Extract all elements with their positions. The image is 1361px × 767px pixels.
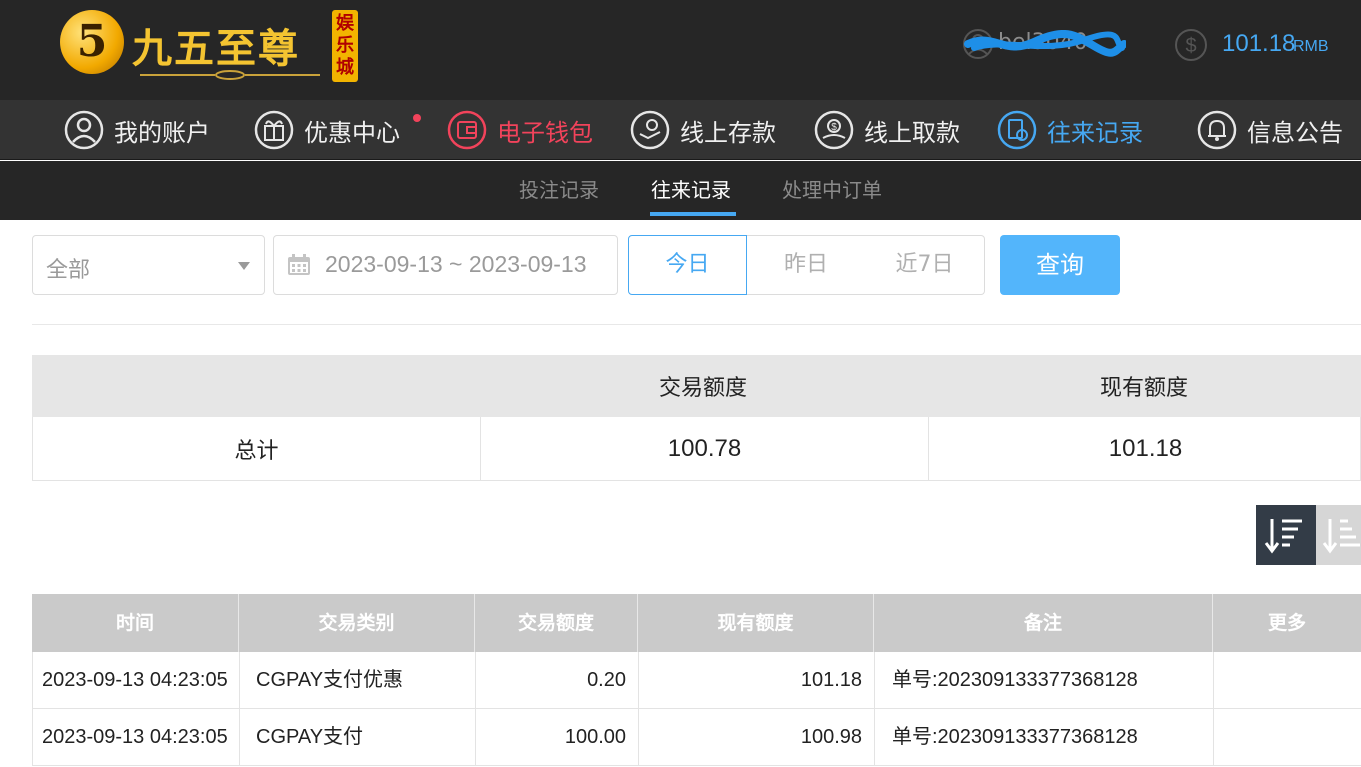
gift-icon bbox=[254, 110, 294, 150]
withdraw-icon: $ bbox=[814, 110, 854, 150]
nav-online-withdraw[interactable]: $ 线上取款 bbox=[814, 100, 960, 160]
nav-label: 线上取款 bbox=[864, 118, 960, 147]
quick-today-button[interactable]: 今日 bbox=[628, 235, 747, 295]
cell-amount: 0.20 bbox=[475, 652, 638, 708]
type-select-value: 全部 bbox=[46, 258, 91, 283]
date-range-picker[interactable]: 2023-09-13 ~ 2023-09-13 bbox=[273, 235, 618, 295]
search-button[interactable]: 查询 bbox=[1000, 235, 1120, 295]
nav-label: 我的账户 bbox=[114, 118, 210, 147]
balance-display: $ 101.18 RMB bbox=[1174, 26, 1354, 62]
nav-announcements[interactable]: 信息公告 bbox=[1197, 100, 1343, 160]
logo-flourish-icon bbox=[140, 70, 320, 80]
nav-label: 电子钱包 bbox=[497, 118, 593, 147]
user-icon bbox=[64, 110, 104, 150]
bell-icon bbox=[1197, 110, 1237, 150]
tab-bet-records[interactable]: 投注记录 bbox=[519, 161, 599, 220]
nav-label: 优惠中心 bbox=[304, 118, 400, 147]
cell-type: CGPAY支付优惠 bbox=[239, 652, 475, 708]
col-balance[interactable]: 现有额度 bbox=[637, 594, 873, 652]
col-type[interactable]: 交易类别 bbox=[238, 594, 474, 652]
tab-pending-orders[interactable]: 处理中订单 bbox=[782, 161, 882, 220]
redaction-scribble-icon bbox=[964, 30, 1126, 57]
col-time[interactable]: 时间 bbox=[32, 594, 238, 652]
nav-label: 信息公告 bbox=[1247, 118, 1343, 147]
summary-header: 交易额度 现有额度 bbox=[32, 355, 1361, 417]
balance-unit: RMB bbox=[1293, 38, 1329, 55]
svg-text:$: $ bbox=[1185, 35, 1196, 57]
quick-yesterday-button[interactable]: 昨日 bbox=[747, 235, 866, 295]
records-icon bbox=[997, 110, 1037, 150]
col-amount[interactable]: 交易额度 bbox=[474, 594, 637, 652]
logo-emblem: 5 bbox=[60, 10, 124, 74]
quick-7days-button[interactable]: 近7日 bbox=[865, 235, 985, 295]
sort-ascending-icon bbox=[1322, 519, 1360, 554]
calendar-icon bbox=[288, 254, 310, 275]
sort-ascending-button[interactable] bbox=[1316, 505, 1361, 565]
col-more[interactable]: 更多 bbox=[1212, 594, 1361, 652]
dollar-coin-icon: $ bbox=[1175, 29, 1207, 61]
nav-label: 往来记录 bbox=[1047, 118, 1143, 147]
site-logo[interactable]: 5 九五至尊 娱乐城 bbox=[60, 6, 370, 84]
top-header: 5 九五至尊 娱乐城 bel3040 $ 101.18 RMB bbox=[0, 0, 1361, 100]
nav-online-deposit[interactable]: 线上存款 bbox=[630, 100, 776, 160]
cell-amount: 100.00 bbox=[475, 709, 638, 765]
nav-promotions[interactable]: 优惠中心 bbox=[254, 100, 400, 160]
nav-label: 线上存款 bbox=[680, 118, 776, 147]
summary-header-cell: 交易额度 bbox=[658, 376, 747, 401]
svg-text:$: $ bbox=[831, 122, 837, 133]
nav-e-wallet[interactable]: 电子钱包 bbox=[447, 100, 593, 160]
balance-value: 101.18 bbox=[1222, 30, 1296, 57]
summary-total-balance: 101.18 bbox=[928, 417, 1361, 480]
logo-stamp: 娱乐城 bbox=[332, 10, 358, 82]
sort-descending-icon bbox=[1264, 519, 1302, 554]
divider bbox=[32, 324, 1361, 325]
nav-transaction-records[interactable]: 往来记录 bbox=[997, 100, 1143, 160]
records-header: 时间 交易类别 交易额度 现有额度 备注 更多 bbox=[32, 594, 1361, 652]
table-row: 2023-09-13 04:23:05 CGPAY支付优惠 0.20 101.1… bbox=[32, 652, 1361, 709]
chevron-down-icon bbox=[238, 262, 250, 270]
summary-total-amount: 100.78 bbox=[480, 417, 928, 480]
summary-total-label: 总计 bbox=[234, 438, 279, 464]
cell-balance: 100.98 bbox=[638, 709, 874, 765]
main-nav: 我的账户 优惠中心 电子钱包 线上存款 $ 线上取款 往来记录 信息公告 bbox=[0, 100, 1361, 160]
table-row: 2023-09-13 04:23:05 CGPAY支付 100.00 100.9… bbox=[32, 709, 1361, 766]
type-select[interactable]: 全部 bbox=[32, 235, 265, 295]
user-account[interactable]: bel3040 bbox=[962, 26, 1132, 62]
cell-more[interactable] bbox=[1213, 709, 1361, 765]
cell-type: CGPAY支付 bbox=[239, 709, 475, 765]
summary-total-row: 总计 100.78 101.18 bbox=[32, 417, 1361, 481]
logo-name: 九五至尊 bbox=[132, 25, 300, 72]
sort-descending-button[interactable] bbox=[1256, 505, 1316, 565]
col-note[interactable]: 备注 bbox=[873, 594, 1212, 652]
summary-header-cell bbox=[32, 355, 479, 417]
cell-more[interactable] bbox=[1213, 652, 1361, 708]
cell-note: 单号:202309133377368128 bbox=[874, 709, 1213, 765]
cell-balance: 101.18 bbox=[638, 652, 874, 708]
notification-dot bbox=[413, 114, 421, 122]
cell-time: 2023-09-13 04:23:05 bbox=[42, 726, 228, 748]
wallet-icon bbox=[447, 110, 487, 150]
cell-note: 单号:202309133377368128 bbox=[874, 652, 1213, 708]
summary-header-cell: 现有额度 bbox=[1099, 376, 1188, 401]
date-range-value: 2023-09-13 ~ 2023-09-13 bbox=[325, 251, 587, 277]
active-tab-underline bbox=[650, 212, 736, 216]
cell-time: 2023-09-13 04:23:05 bbox=[42, 669, 228, 691]
deposit-icon bbox=[630, 110, 670, 150]
nav-my-account[interactable]: 我的账户 bbox=[64, 100, 210, 160]
